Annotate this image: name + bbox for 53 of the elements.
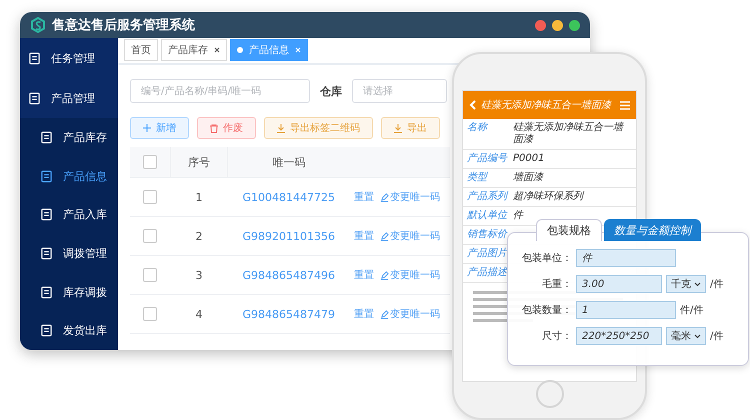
table-cell: G984865487479 — [228, 294, 350, 334]
unit-label: 件/件 — [680, 304, 704, 317]
input-field[interactable]: 220*250*250 — [576, 327, 662, 345]
field-label: 毛重： — [541, 278, 572, 291]
field-label: 包装单位： — [521, 252, 572, 265]
sidebar-item[interactable]: 产品库存 — [20, 118, 118, 157]
table-cell: 3 — [170, 256, 228, 294]
input-field[interactable]: 3.00 — [576, 275, 662, 293]
warehouse-select[interactable]: 请选择 — [352, 79, 447, 103]
table-cell: 4 — [170, 294, 228, 334]
table-cell: G100481447725 — [228, 178, 350, 216]
field-label: 产品编号 — [467, 153, 507, 165]
unit-select[interactable]: 千克 — [666, 275, 706, 293]
field-label: 包装数量： — [521, 304, 572, 317]
unit-label: /件 — [710, 278, 724, 291]
field-label: 默认单位 — [467, 210, 507, 222]
warehouse-label: 仓库 — [320, 84, 342, 98]
tab[interactable]: 首页 — [124, 39, 158, 61]
tab[interactable]: 产品库存 — [161, 39, 227, 61]
unit-select[interactable]: 毫米 — [666, 327, 706, 345]
unit-label: /件 — [710, 330, 724, 343]
column-header: 序号 — [170, 147, 228, 178]
table-cell: 1 — [170, 178, 228, 216]
sidebar-group[interactable]: 产品管理 — [20, 78, 118, 118]
field-value: 件 — [513, 210, 523, 222]
field-label: 销售标价 — [467, 229, 507, 241]
field-label: 类型 — [467, 172, 489, 184]
table-cell: G989201101356 — [228, 216, 350, 256]
field-label: 尺寸： — [541, 330, 572, 343]
phone-title: 硅藻无添加净味五合一墙面漆 — [481, 98, 613, 112]
sidebar-item[interactable]: 产品信息 — [20, 156, 118, 196]
field-value: P0001 — [513, 153, 544, 165]
table-cell: G984865487496 — [228, 256, 350, 294]
search-field[interactable]: 编号/产品名称/串码/唯一码 — [130, 79, 310, 103]
sidebar-item[interactable]: 库存调拨 — [20, 272, 118, 312]
sidebar-item[interactable]: 产品入库 — [20, 196, 118, 234]
sidebar-group[interactable]: 任务管理 — [20, 38, 118, 78]
field-label: 产品系列 — [467, 191, 507, 203]
sidebar-item[interactable]: 发货出库 — [20, 311, 118, 350]
sidebar-item[interactable]: 调拨管理 — [20, 234, 118, 273]
field-value: 墙面漆 — [513, 172, 543, 184]
field-value: 硅藻无添加净味五合一墙面漆 — [513, 122, 625, 146]
input-field[interactable]: 1 — [576, 301, 676, 319]
field-label: 名称 — [467, 122, 489, 135]
tab[interactable]: 数量与金额控制 — [604, 219, 701, 241]
input-field[interactable]: 件 — [576, 249, 676, 267]
table-cell: 2 — [170, 216, 228, 256]
window-title: 售意达售后服务管理系统 — [52, 16, 196, 34]
field-label: 产品图片 — [467, 248, 507, 260]
column-header: 唯一码 — [228, 147, 350, 178]
field-label: 产品描述 — [467, 267, 507, 279]
tab[interactable]: 包装规格 — [536, 219, 602, 241]
field-value: 超净味环保系列 — [513, 191, 583, 203]
